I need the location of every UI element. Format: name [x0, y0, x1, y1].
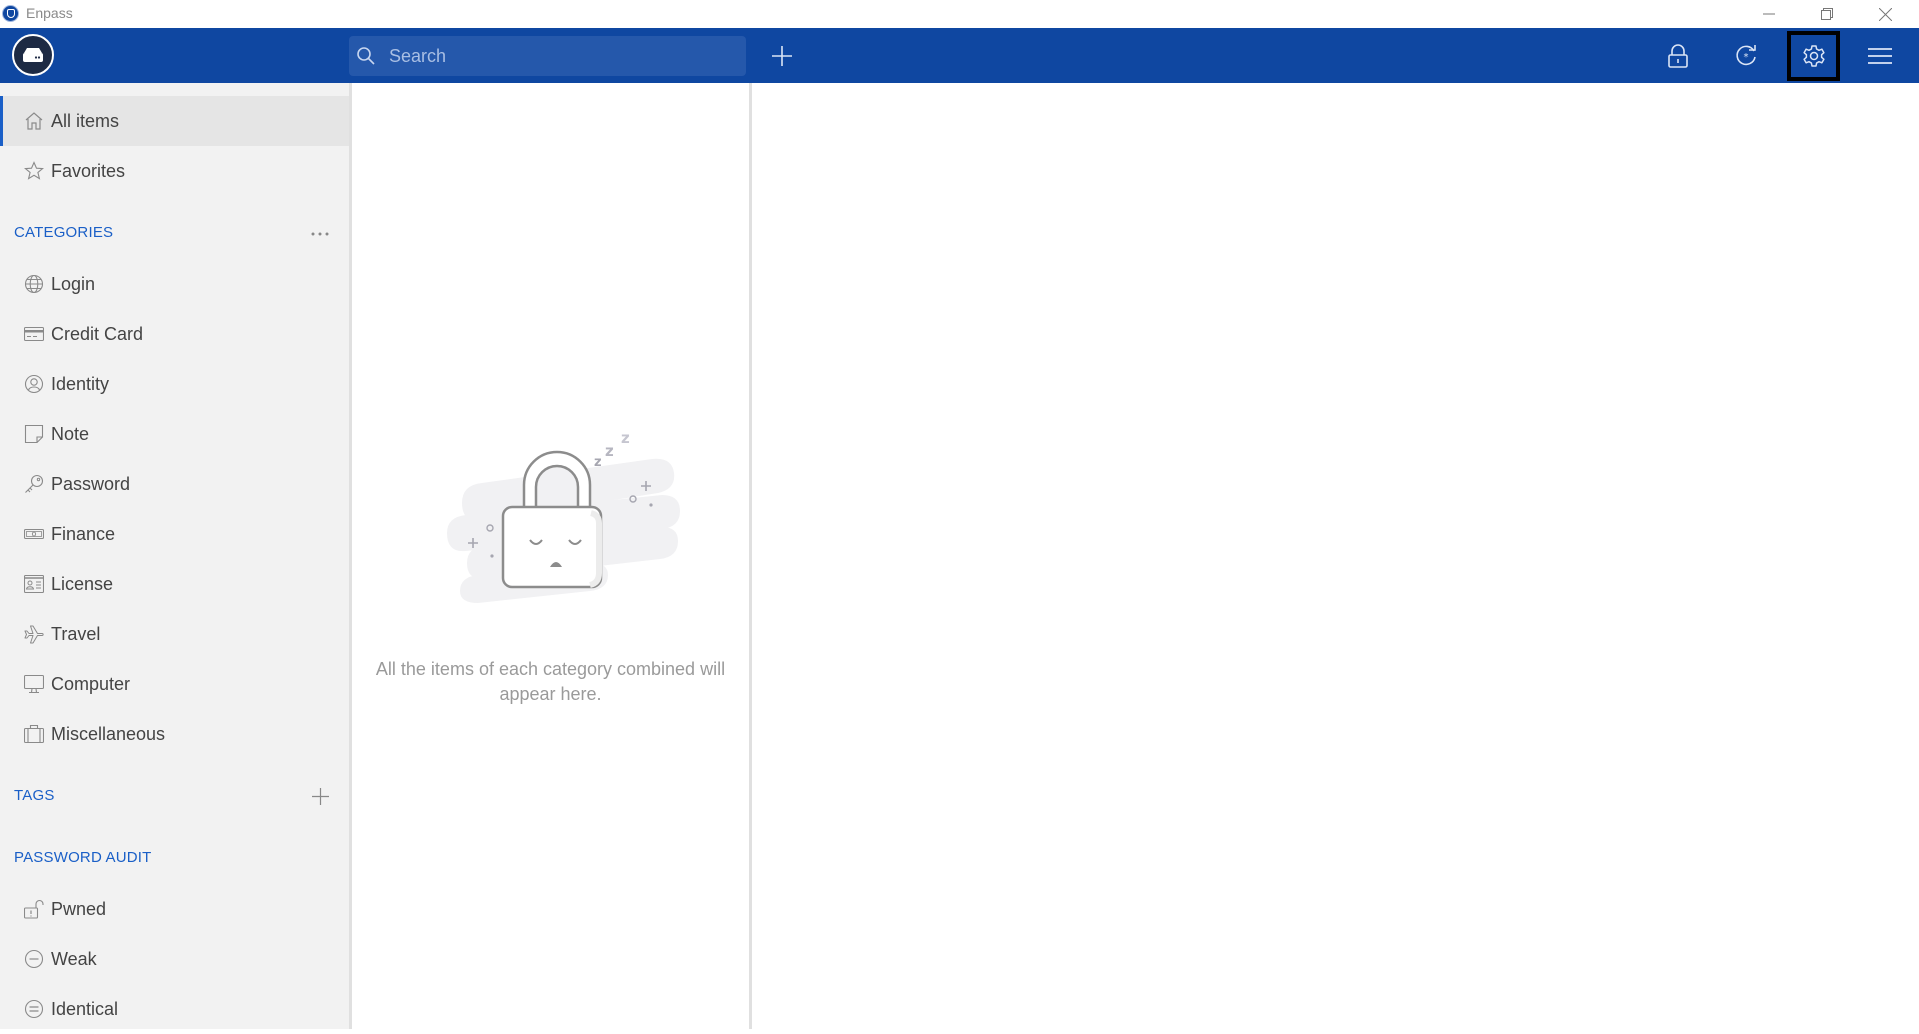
svg-text:z: z	[621, 429, 630, 447]
add-item-button[interactable]	[765, 41, 799, 71]
sidebar: All items Favorites CATEGORIES Login Cre…	[0, 83, 349, 1029]
item-detail-panel	[752, 83, 1919, 1029]
sidebar-item-label: Login	[51, 273, 96, 294]
sidebar-item-label: Credit Card	[51, 323, 144, 344]
id-card-icon	[24, 574, 44, 594]
minus-circle-icon	[24, 949, 44, 969]
window-title-bar: Enpass	[0, 0, 1919, 28]
sidebar-item-label: Pwned	[51, 898, 107, 919]
svg-text:z: z	[605, 442, 614, 460]
hamburger-menu-icon	[1868, 48, 1892, 64]
search-box[interactable]	[349, 36, 746, 76]
svg-text:z: z	[594, 455, 602, 470]
sidebar-item-identical[interactable]: Identical	[0, 984, 349, 1034]
categories-heading: CATEGORIES	[14, 224, 114, 241]
equals-circle-icon	[24, 999, 44, 1019]
globe-icon	[24, 274, 44, 294]
sidebar-item-finance[interactable]: Finance	[0, 509, 349, 559]
plus-icon	[772, 46, 792, 66]
sidebar-item-label: All items	[51, 110, 120, 131]
sidebar-item-credit-card[interactable]: Credit Card	[0, 309, 349, 359]
sidebar-item-miscellaneous[interactable]: Miscellaneous	[0, 709, 349, 759]
minimize-button[interactable]	[1740, 0, 1798, 28]
sidebar-item-password[interactable]: Password	[0, 459, 349, 509]
sidebar-item-label: Identical	[51, 998, 119, 1019]
minimize-icon	[1763, 13, 1775, 15]
sidebar-item-label: Password	[51, 473, 131, 494]
airplane-icon	[24, 624, 44, 644]
note-icon	[24, 424, 44, 444]
add-tag-button[interactable]	[306, 784, 334, 808]
sidebar-item-label: Identity	[51, 373, 110, 394]
search-input[interactable]	[389, 36, 739, 76]
sidebar-item-travel[interactable]: Travel	[0, 609, 349, 659]
briefcase-icon	[24, 724, 44, 744]
enpass-app-icon	[2, 5, 19, 22]
sidebar-item-note[interactable]: Note	[0, 409, 349, 459]
monitor-icon	[24, 674, 44, 694]
unlocked-warning-icon	[24, 899, 44, 919]
gear-icon	[1802, 45, 1825, 67]
sidebar-item-label: Computer	[51, 673, 131, 694]
sleeping-lock-illustration: z z z	[447, 429, 680, 603]
sidebar-item-login[interactable]: Login	[0, 259, 349, 309]
sidebar-item-all-items[interactable]: All items	[0, 96, 349, 146]
sidebar-item-favorites[interactable]: Favorites	[0, 146, 349, 196]
main-menu-button[interactable]	[1854, 31, 1906, 81]
sidebar-item-label: Weak	[51, 948, 97, 969]
item-list-panel: z z z All the items of each category com…	[352, 83, 749, 1029]
sidebar-item-label: Finance	[51, 523, 116, 544]
sidebar-item-label: Favorites	[51, 160, 126, 181]
sidebar-item-label: Miscellaneous	[51, 723, 166, 744]
home-icon	[24, 111, 44, 131]
sync-button[interactable]: *	[1720, 31, 1772, 81]
password-audit-heading: PASSWORD AUDIT	[14, 849, 152, 866]
sidebar-item-label: License	[51, 573, 114, 594]
settings-button[interactable]	[1787, 31, 1840, 81]
more-horizontal-icon	[311, 232, 329, 236]
key-icon	[24, 474, 44, 494]
tags-heading: TAGS	[14, 787, 55, 804]
restore-button[interactable]	[1798, 0, 1856, 28]
sidebar-item-license[interactable]: License	[0, 559, 349, 609]
sidebar-item-weak[interactable]: Weak	[0, 934, 349, 984]
app-header: *	[0, 28, 1919, 83]
close-icon	[1878, 7, 1892, 21]
vault-drive-icon	[23, 48, 43, 62]
sidebar-item-label: Travel	[51, 623, 101, 644]
vault-logo-button[interactable]	[12, 34, 54, 76]
svg-text:*: *	[1744, 52, 1749, 63]
sidebar-item-label: Note	[51, 423, 90, 444]
star-icon	[24, 161, 44, 181]
categories-more-button[interactable]	[306, 222, 334, 246]
restore-icon	[1821, 8, 1833, 20]
close-window-button[interactable]	[1856, 0, 1914, 28]
sidebar-item-identity[interactable]: Identity	[0, 359, 349, 409]
sidebar-item-computer[interactable]: Computer	[0, 659, 349, 709]
sidebar-item-pwned[interactable]: Pwned	[0, 884, 349, 934]
credit-card-icon	[24, 324, 44, 344]
window-title: Enpass	[26, 5, 73, 21]
user-circle-icon	[24, 374, 44, 394]
banknote-icon	[24, 524, 44, 544]
lock-icon	[1668, 44, 1688, 68]
sync-icon: *	[1736, 45, 1756, 66]
lock-button[interactable]	[1652, 31, 1704, 81]
empty-state-message: All the items of each category combined …	[375, 659, 726, 704]
search-icon	[357, 47, 375, 65]
plus-icon	[311, 787, 329, 805]
